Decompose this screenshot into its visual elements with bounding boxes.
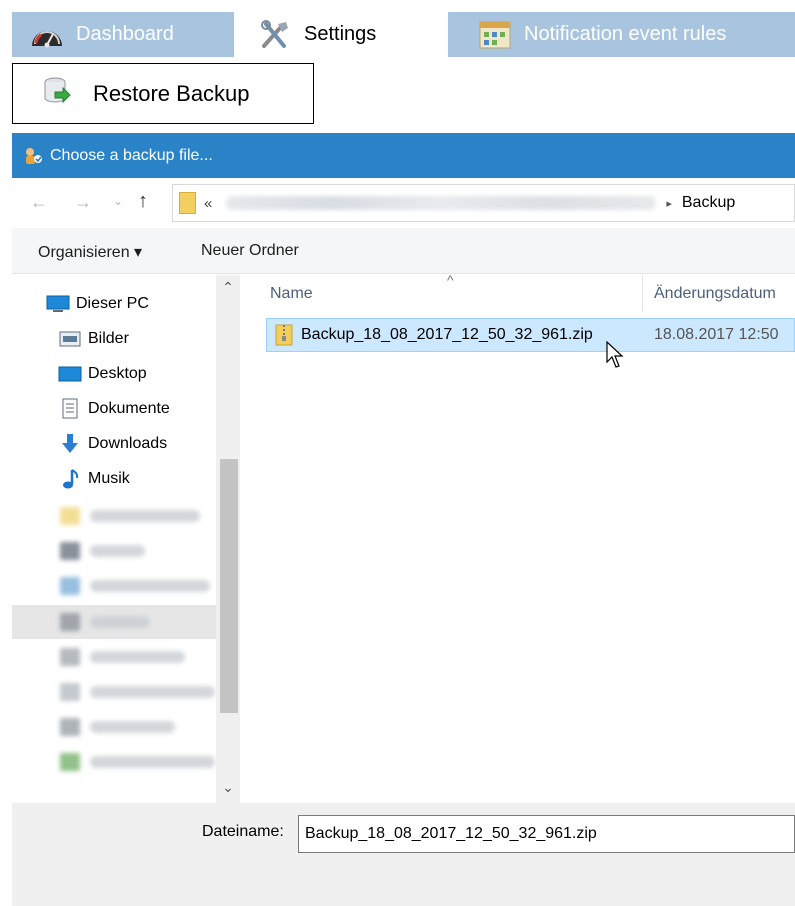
nav-item-dokumente[interactable]: Dokumente (58, 395, 170, 423)
desktop-icon (58, 363, 82, 385)
filename-panel: Dateiname: (12, 803, 795, 906)
file-row[interactable]: Backup_18_08_2017_12_50_32_961.zip 18.08… (266, 318, 795, 352)
nav-item-desktop[interactable]: Desktop (58, 360, 147, 388)
breadcrumb-backup[interactable]: Backup (682, 194, 735, 212)
music-note-icon (58, 468, 82, 490)
path-box[interactable]: « ▸ Backup (172, 184, 795, 222)
blurred-nav-item (60, 542, 145, 560)
blurred-nav-item (60, 753, 215, 771)
back-arrow-icon[interactable]: ← (30, 192, 48, 213)
blurred-nav-item (60, 507, 200, 525)
navigation-pane: Dieser PC Bilder Desktop Dokumente Downl… (12, 275, 240, 803)
dialog-title: Choose a backup file... (50, 146, 213, 164)
nav-item-this-pc[interactable]: Dieser PC (46, 290, 149, 318)
tab-notification-event-rules[interactable]: Notification event rules (478, 12, 795, 57)
blurred-nav-item (60, 683, 215, 701)
documents-icon (58, 398, 82, 420)
calendar-icon (478, 20, 512, 50)
chevron-right-icon: ▸ (666, 197, 672, 210)
folder-icon (179, 192, 196, 214)
address-bar: ← → ⌄ ↑ « ▸ Backup (12, 178, 795, 228)
nav-item-label: Musik (88, 470, 130, 487)
speedometer-icon (30, 20, 64, 50)
zip-folder-icon (275, 324, 293, 346)
computer-icon (46, 293, 70, 315)
tab-dashboard[interactable]: Dashboard (12, 12, 222, 57)
restore-backup-label: Restore Backup (93, 80, 250, 106)
blurred-nav-item (60, 718, 175, 736)
blurred-nav-item (60, 577, 210, 595)
main-tab-bar: Dashboard Settings Notification event ru… (12, 12, 795, 57)
file-list: ^ Name Änderungsdatum Backup_18_08_2017_… (240, 272, 795, 803)
nav-item-label: Bilder (88, 330, 129, 347)
nav-item-label: Dieser PC (76, 295, 149, 312)
scrollbar-thumb[interactable] (220, 459, 238, 713)
column-divider[interactable] (642, 275, 643, 311)
tab-label: Notification event rules (524, 23, 727, 45)
nav-item-label: Dokumente (88, 400, 170, 417)
blurred-path (226, 196, 657, 210)
nav-item-downloads[interactable]: Downloads (58, 430, 167, 458)
nav-item-label: Desktop (88, 365, 147, 382)
new-folder-button[interactable]: Neuer Ordner (201, 242, 299, 260)
blurred-nav-item (60, 648, 185, 666)
pictures-icon (58, 328, 82, 350)
file-name: Backup_18_08_2017_12_50_32_961.zip (301, 326, 593, 343)
tab-settings[interactable]: Settings (234, 12, 448, 57)
up-arrow-icon[interactable]: ↑ (138, 190, 148, 213)
tab-label: Settings (304, 23, 377, 45)
mouse-cursor-icon (606, 341, 624, 368)
app-icon (24, 146, 44, 166)
blurred-nav-item (60, 613, 150, 631)
file-date: 18.08.2017 12:50 (654, 326, 779, 343)
tools-icon (258, 19, 292, 50)
database-restore-icon (43, 76, 71, 111)
scroll-down-icon[interactable]: ⌄ (216, 779, 240, 796)
column-header-name[interactable]: Name (270, 285, 313, 303)
organize-button[interactable]: Organisieren ▾ (38, 242, 142, 262)
command-bar: Organisieren ▾ Neuer Ordner (12, 228, 795, 274)
restore-backup-button[interactable]: Restore Backup (12, 63, 314, 124)
nav-item-bilder[interactable]: Bilder (58, 325, 129, 353)
nav-item-musik[interactable]: Musik (58, 465, 130, 493)
tab-label: Dashboard (76, 23, 174, 45)
filename-label: Dateiname: (202, 823, 284, 840)
column-header-date[interactable]: Änderungsdatum (654, 285, 776, 303)
nav-scrollbar[interactable]: ⌃ ⌄ (216, 275, 240, 803)
column-header-row: ^ Name Änderungsdatum (240, 272, 795, 313)
nav-item-label: Downloads (88, 435, 168, 452)
sort-ascending-icon: ^ (447, 272, 454, 288)
file-dialog-title-bar: Choose a backup file... (12, 133, 795, 178)
recent-chevron-icon[interactable]: ⌄ (113, 194, 123, 208)
scroll-up-icon[interactable]: ⌃ (216, 279, 240, 296)
path-prefix: « (204, 194, 213, 212)
forward-arrow-icon[interactable]: → (74, 192, 92, 213)
filename-input[interactable] (298, 815, 795, 853)
download-arrow-icon (58, 433, 82, 455)
